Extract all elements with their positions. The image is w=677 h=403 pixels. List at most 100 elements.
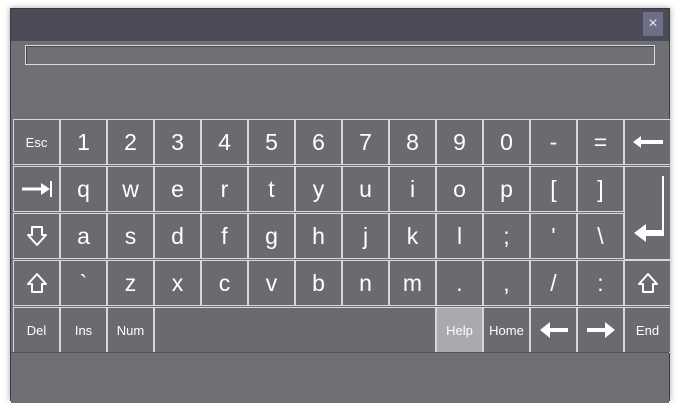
key-d[interactable]: d [154, 213, 201, 259]
key-7[interactable]: 7 [342, 119, 389, 165]
key-label: ; [503, 222, 510, 249]
key-z[interactable]: z [107, 260, 154, 306]
key-b[interactable]: b [295, 260, 342, 306]
key-e[interactable]: e [154, 166, 201, 212]
key-label: / [550, 269, 557, 296]
key-o[interactable]: o [436, 166, 483, 212]
key-label: c [218, 269, 231, 296]
key-label: w [122, 175, 139, 202]
key-label: ` [79, 269, 88, 296]
key-shift-right[interactable] [624, 260, 671, 306]
key-num[interactable]: Num [107, 307, 154, 353]
text-input-field[interactable] [25, 45, 655, 65]
key-home[interactable]: Home [483, 307, 530, 353]
key-g[interactable]: g [248, 213, 295, 259]
key-label: k [406, 222, 419, 249]
key-5[interactable]: 5 [248, 119, 295, 165]
key-arrow-left[interactable] [530, 307, 577, 353]
key-right-bracket[interactable]: ] [577, 166, 624, 212]
key-label: m [402, 269, 423, 296]
key-y[interactable]: y [295, 166, 342, 212]
bottom-panel [11, 352, 669, 403]
tab-icon [21, 181, 52, 197]
key-label: i [409, 175, 416, 202]
key-8[interactable]: 8 [389, 119, 436, 165]
key-space[interactable] [154, 307, 436, 353]
key-r[interactable]: r [201, 166, 248, 212]
key-label: Ins [74, 322, 93, 338]
key-enter[interactable] [624, 166, 671, 260]
key-label: d [171, 222, 184, 249]
key-label: Help [446, 322, 473, 338]
key-p[interactable]: p [483, 166, 530, 212]
key-comma[interactable]: , [483, 260, 530, 306]
key-h[interactable]: h [295, 213, 342, 259]
key-caps-lock[interactable] [13, 213, 60, 259]
key-w[interactable]: w [107, 166, 154, 212]
key-l[interactable]: l [436, 213, 483, 259]
key-shift-left[interactable] [13, 260, 60, 306]
key-label: v [265, 269, 278, 296]
key-6[interactable]: 6 [295, 119, 342, 165]
key-esc[interactable]: Esc [13, 119, 60, 165]
key-tab[interactable] [13, 166, 60, 212]
key-ins[interactable]: Ins [60, 307, 107, 353]
key-equals[interactable]: = [577, 119, 624, 165]
key-backtick[interactable]: ` [60, 260, 107, 306]
key-a[interactable]: a [60, 213, 107, 259]
key-label: End [635, 322, 660, 338]
close-button[interactable]: × [643, 12, 663, 36]
key-arrow-right[interactable] [577, 307, 624, 353]
key-label: h [312, 222, 325, 249]
key-t[interactable]: t [248, 166, 295, 212]
key-label: 8 [406, 128, 419, 155]
key-semicolon[interactable]: ; [483, 213, 530, 259]
key-label: 9 [453, 128, 466, 155]
key-minus[interactable]: - [530, 119, 577, 165]
key-label: t [268, 175, 275, 202]
key-3[interactable]: 3 [154, 119, 201, 165]
shift-icon [637, 272, 659, 294]
key-apostrophe[interactable]: ' [530, 213, 577, 259]
key-c[interactable]: c [201, 260, 248, 306]
key-0[interactable]: 0 [483, 119, 530, 165]
key-label: l [456, 222, 463, 249]
key-colon[interactable]: : [577, 260, 624, 306]
key-label: . [456, 269, 463, 296]
key-x[interactable]: x [154, 260, 201, 306]
key-label: 7 [359, 128, 372, 155]
key-label: \ [597, 222, 604, 249]
key-label: : [597, 269, 604, 296]
key-s[interactable]: s [107, 213, 154, 259]
key-label: s [124, 222, 137, 249]
key-end[interactable]: End [624, 307, 671, 353]
key-label: z [124, 269, 137, 296]
key-left-bracket[interactable]: [ [530, 166, 577, 212]
key-label: Esc [25, 134, 48, 150]
key-del[interactable]: Del [13, 307, 60, 353]
key-label: 3 [171, 128, 184, 155]
key-k[interactable]: k [389, 213, 436, 259]
key-backspace[interactable] [624, 119, 671, 165]
key-i[interactable]: i [389, 166, 436, 212]
key-u[interactable]: u [342, 166, 389, 212]
key-backslash[interactable]: \ [577, 213, 624, 259]
key-label: [ [550, 175, 557, 202]
key-f[interactable]: f [201, 213, 248, 259]
key-help[interactable]: Help [436, 307, 483, 353]
key-label: Num [116, 322, 145, 338]
key-m[interactable]: m [389, 260, 436, 306]
key-label: = [593, 128, 608, 155]
key-slash[interactable]: / [530, 260, 577, 306]
key-2[interactable]: 2 [107, 119, 154, 165]
key-period[interactable]: . [436, 260, 483, 306]
key-label: 1 [77, 128, 90, 155]
key-4[interactable]: 4 [201, 119, 248, 165]
key-j[interactable]: j [342, 213, 389, 259]
key-q[interactable]: q [60, 166, 107, 212]
key-n[interactable]: n [342, 260, 389, 306]
key-9[interactable]: 9 [436, 119, 483, 165]
key-1[interactable]: 1 [60, 119, 107, 165]
key-v[interactable]: v [248, 260, 295, 306]
title-bar: × [11, 9, 669, 41]
